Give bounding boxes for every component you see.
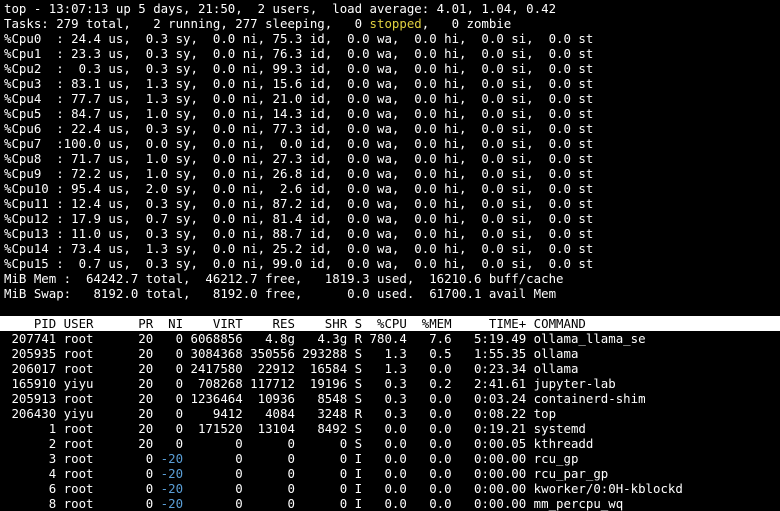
process-nice-value: -20: [160, 466, 184, 481]
process-row-fields: 1236464 10936 8548 S 0.3 0.0 0:03.24 con…: [190, 391, 646, 406]
process-row-fields: 2417580 22912 16584 S 1.3 0.0 0:23.34 ol…: [190, 361, 579, 376]
cpu-line: %Cpu4 : 77.7 us, 1.3 sy, 0.0 ni, 21.0 id…: [4, 91, 594, 106]
process-row-fields: 0 0 0 I 0.0 0.0 0:00.00 rcu_gp: [183, 451, 579, 466]
process-row-prefix: 165910 yiyu 20 0: [4, 376, 191, 391]
cpu-line: %Cpu13 : 11.0 us, 0.3 sy, 0.0 ni, 88.7 i…: [4, 226, 594, 241]
process-nice-value: -20: [160, 451, 184, 466]
cpu-line: %Cpu14 : 73.4 us, 1.3 sy, 0.0 ni, 25.2 i…: [4, 241, 594, 256]
process-row-prefix: 205935 root 20 0: [4, 346, 191, 361]
process-row-prefix: 6 root 0: [4, 481, 161, 496]
swap-line: MiB Swap: 8192.0 total, 8192.0 free, 0.0…: [4, 286, 557, 301]
process-row[interactable]: 165910 yiyu 20 0 708268 117712 19196 S 0…: [4, 376, 780, 391]
process-table-body[interactable]: 207741 root 20 0 6068856 4.8g 4.3g R 780…: [4, 331, 780, 511]
top-uptime-line: top - 13:07:13 up 5 days, 21:50, 2 users…: [4, 1, 557, 16]
process-row-fields: 0 0 0 I 0.0 0.0 0:00.00 kworker/0:0H-kbl…: [183, 481, 683, 496]
cpu-line: %Cpu15 : 0.7 us, 0.3 sy, 0.0 ni, 99.0 id…: [4, 256, 594, 271]
process-row-prefix: 206430 yiyu 20 0: [4, 406, 191, 421]
process-row-prefix: 4 root 0: [4, 466, 161, 481]
process-row-prefix: 3 root 0: [4, 451, 161, 466]
process-row[interactable]: 2 root 20 0 0 0 0 S 0.0 0.0 0:00.05 kthr…: [4, 436, 780, 451]
process-row-prefix: 207741 root 20 0: [4, 331, 191, 346]
tasks-line: Tasks: 279 total, 2 running, 277 sleepin…: [4, 16, 780, 31]
mem-line: MiB Mem : 64242.7 total, 46212.7 free, 1…: [4, 271, 564, 286]
cpu-line: %Cpu12 : 17.9 us, 0.7 sy, 0.0 ni, 81.4 i…: [4, 211, 594, 226]
process-row-fields: 0 0 0 I 0.0 0.0 0:00.00 mm_percpu_wq: [183, 496, 624, 511]
cpu-line: %Cpu6 : 22.4 us, 0.3 sy, 0.0 ni, 77.3 id…: [4, 121, 594, 136]
cpu-line: %Cpu0 : 24.4 us, 0.3 sy, 0.0 ni, 75.3 id…: [4, 31, 594, 46]
cpu-line: %Cpu1 : 23.3 us, 0.3 sy, 0.0 ni, 76.3 id…: [4, 46, 594, 61]
process-row-prefix: 1 root 20 0: [4, 421, 191, 436]
tasks-stopped-label: stopped: [369, 16, 422, 31]
process-row[interactable]: 207741 root 20 0 6068856 4.8g 4.3g R 780…: [4, 331, 780, 346]
process-nice-value: -20: [160, 481, 184, 496]
process-row[interactable]: 206430 yiyu 20 0 9412 4084 3248 R 0.3 0.…: [4, 406, 780, 421]
cpu-line: %Cpu11 : 12.4 us, 0.3 sy, 0.0 ni, 87.2 i…: [4, 196, 594, 211]
process-row[interactable]: 3 root 0 -20 0 0 0 I 0.0 0.0 0:00.00 rcu…: [4, 451, 780, 466]
process-row-fields: 3084368 350556 293288 S 1.3 0.5 1:55.35 …: [190, 346, 579, 361]
process-row-fields: 6068856 4.8g 4.3g R 780.4 7.6 5:19.49 ol…: [190, 331, 646, 346]
cpu-line: %Cpu10 : 95.4 us, 2.0 sy, 0.0 ni, 2.6 id…: [4, 181, 594, 196]
process-row-prefix: 205913 root 20 0: [4, 391, 191, 406]
process-row[interactable]: 4 root 0 -20 0 0 0 I 0.0 0.0 0:00.00 rcu…: [4, 466, 780, 481]
process-nice-value: -20: [160, 496, 184, 511]
terminal[interactable]: top - 13:07:13 up 5 days, 21:50, 2 users…: [0, 1, 780, 511]
process-row-fields: 171520 13104 8492 S 0.0 0.0 0:19.21 syst…: [190, 421, 586, 436]
cpu-line: %Cpu9 : 72.2 us, 1.0 sy, 0.0 ni, 26.8 id…: [4, 166, 594, 181]
cpu-lines: %Cpu0 : 24.4 us, 0.3 sy, 0.0 ni, 75.3 id…: [4, 31, 780, 271]
process-row[interactable]: 206017 root 20 0 2417580 22912 16584 S 1…: [4, 361, 780, 376]
process-row-fields: 9412 4084 3248 R 0.3 0.0 0:08.22 top: [190, 406, 557, 421]
process-row-fields: 0 0 0 I 0.0 0.0 0:00.00 rcu_par_gp: [183, 466, 609, 481]
process-row-prefix: 2 root 20 0: [4, 436, 191, 451]
process-row[interactable]: 205935 root 20 0 3084368 350556 293288 S…: [4, 346, 780, 361]
cpu-line: %Cpu7 :100.0 us, 0.0 sy, 0.0 ni, 0.0 id,…: [4, 136, 594, 151]
process-row-fields: 708268 117712 19196 S 0.3 0.2 2:41.61 ju…: [190, 376, 616, 391]
tasks-counts: Tasks: 279 total, 2 running, 277 sleepin…: [4, 16, 370, 31]
process-table-header: PID USER PR NI VIRT RES SHR S %CPU %MEM …: [0, 316, 780, 331]
process-row[interactable]: 1 root 20 0 171520 13104 8492 S 0.0 0.0 …: [4, 421, 780, 436]
process-row-prefix: 206017 root 20 0: [4, 361, 191, 376]
tasks-zombie: , 0 zombie: [421, 16, 512, 31]
cpu-line: %Cpu8 : 71.7 us, 1.0 sy, 0.0 ni, 27.3 id…: [4, 151, 594, 166]
cpu-line: %Cpu3 : 83.1 us, 1.3 sy, 0.0 ni, 15.6 id…: [4, 76, 594, 91]
process-row[interactable]: 8 root 0 -20 0 0 0 I 0.0 0.0 0:00.00 mm_…: [4, 496, 780, 511]
process-row[interactable]: 6 root 0 -20 0 0 0 I 0.0 0.0 0:00.00 kwo…: [4, 481, 780, 496]
process-row[interactable]: 205913 root 20 0 1236464 10936 8548 S 0.…: [4, 391, 780, 406]
process-row-fields: 0 0 0 S 0.0 0.0 0:00.05 kthreadd: [190, 436, 594, 451]
cpu-line: %Cpu5 : 84.7 us, 1.0 sy, 0.0 ni, 14.3 id…: [4, 106, 594, 121]
cpu-line: %Cpu2 : 0.3 us, 0.3 sy, 0.0 ni, 99.3 id,…: [4, 61, 594, 76]
process-row-prefix: 8 root 0: [4, 496, 161, 511]
